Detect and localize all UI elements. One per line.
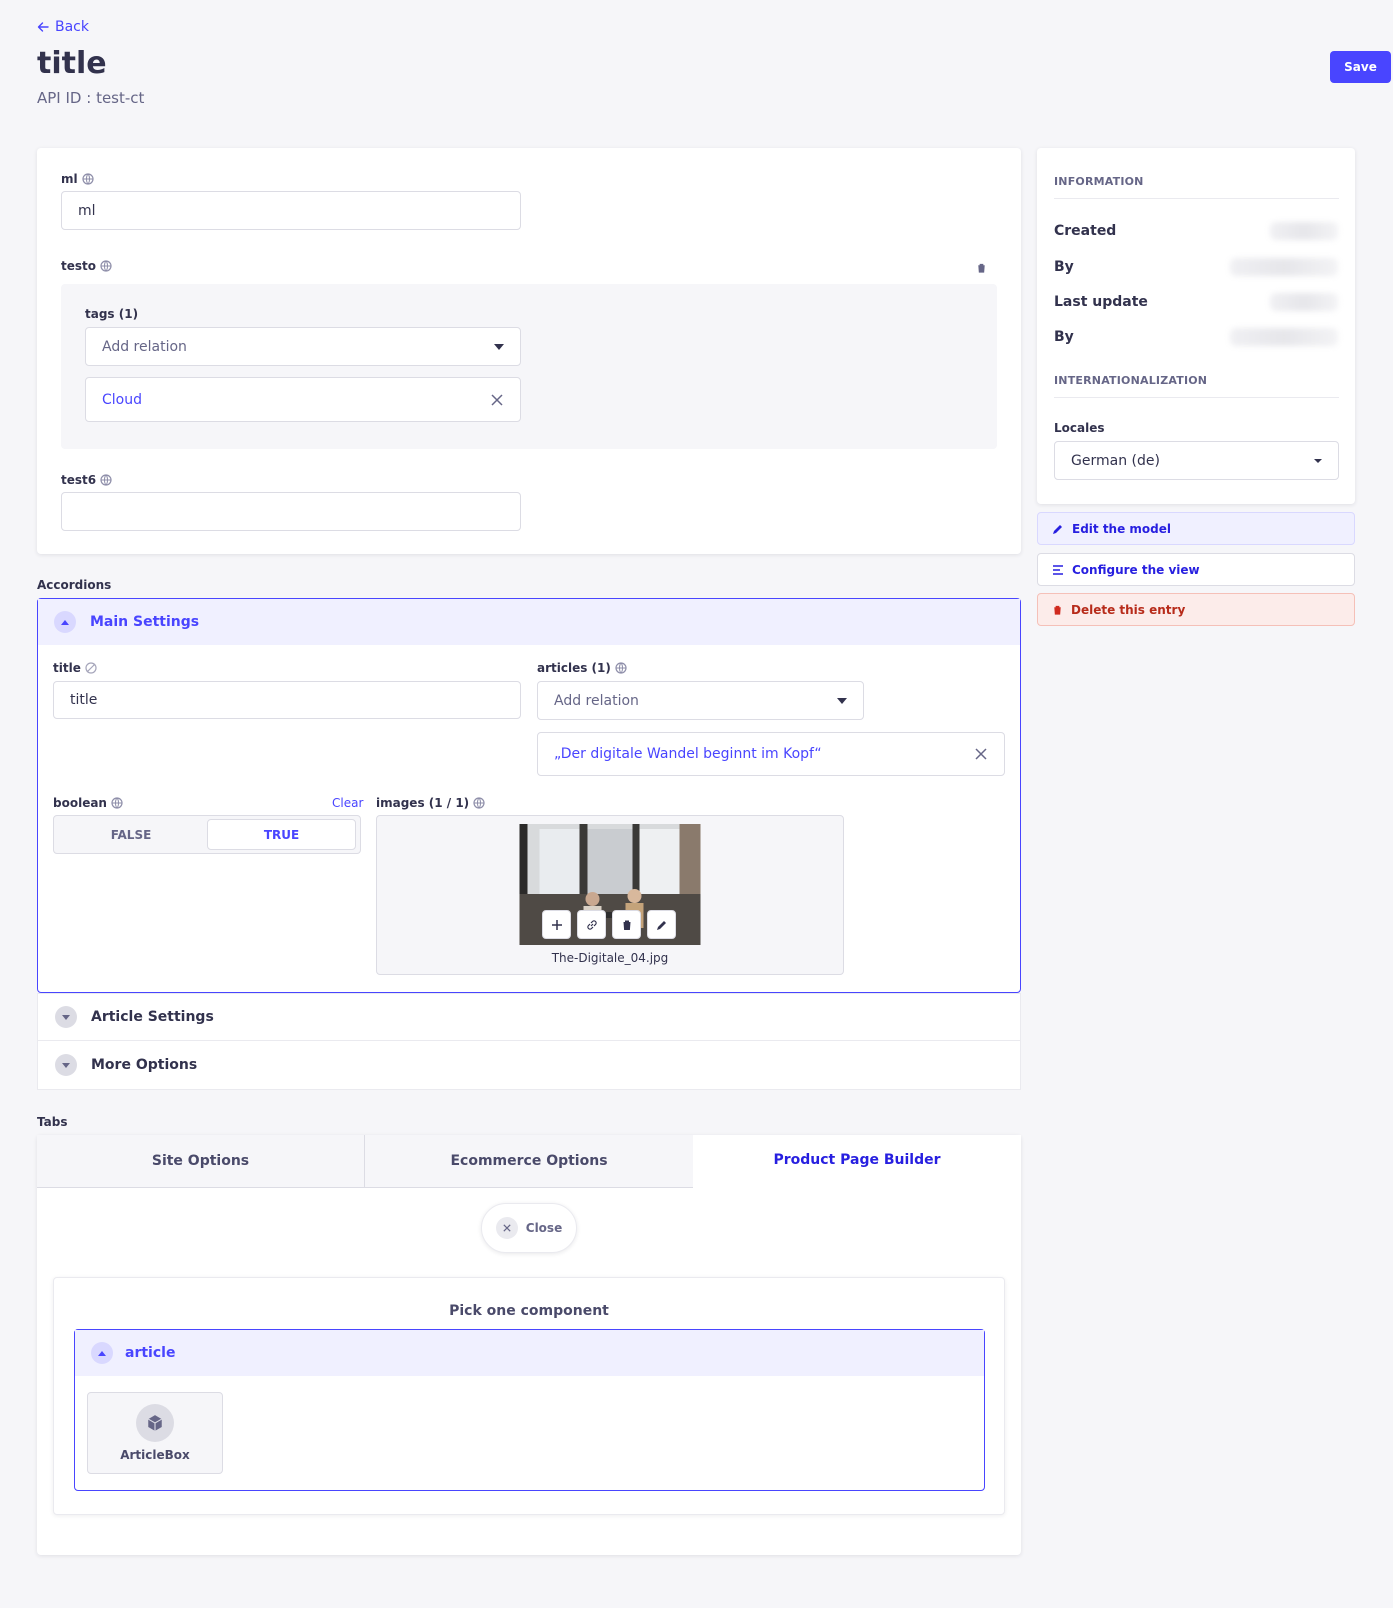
article-relation-item[interactable]: „Der digitale Wandel beginnt im Kopf“ [537,732,1005,776]
close-icon[interactable] [490,393,504,407]
chevron-up-icon [54,611,76,633]
tab-product-page-builder[interactable]: Product Page Builder [693,1135,1021,1185]
save-button[interactable]: Save [1330,51,1391,83]
trash-icon [1052,605,1063,615]
tab-ecommerce-options[interactable]: Ecommerce Options [365,1135,693,1188]
testo-component-box [61,284,997,449]
copy-link-button[interactable] [577,910,606,939]
information-heading: INFORMATION [1054,175,1144,188]
updated-by-label: By [1054,329,1074,345]
created-by-value [1230,258,1338,276]
tag-relation-item[interactable]: Cloud [85,377,521,422]
chevron-down-icon [1314,458,1322,463]
globe-off-icon [85,662,97,674]
close-label: Close [525,1221,563,1235]
ml-label: ml [61,172,94,186]
created-value [1270,222,1338,240]
image-file-name: The-Digitale_04.jpg [551,951,669,965]
chevron-down-icon [55,1006,77,1028]
component-category-header[interactable]: article [75,1330,984,1376]
updated-by-value [1230,328,1338,346]
trash-icon[interactable] [976,262,987,274]
globe-icon [615,662,627,674]
chevron-down-icon [494,343,504,350]
locales-label: Locales [1054,421,1105,435]
pencil-icon [1053,524,1062,534]
test6-input[interactable] [61,492,521,531]
arrow-left-icon [37,22,49,32]
title-input[interactable]: title [53,681,521,719]
chevron-down-icon [55,1054,77,1076]
chevron-down-icon [837,697,847,704]
accordion-more-options[interactable]: More Options [37,1041,1021,1090]
globe-icon [100,474,112,486]
globe-icon [100,260,112,272]
close-picker-button[interactable]: Close [481,1203,577,1253]
api-id: API ID : test-ct [37,89,145,107]
ml-input[interactable]: ml [61,191,521,230]
edit-image-button[interactable] [647,910,676,939]
accordion-article-settings-title: Article Settings [91,1009,214,1025]
accordion-article-settings[interactable]: Article Settings [37,993,1021,1041]
last-update-label: Last update [1054,294,1148,310]
tab-site-options[interactable]: Site Options [37,1135,365,1188]
articles-label: articles (1) [537,661,627,675]
locale-value: German (de) [1071,452,1160,469]
close-icon [495,1217,518,1239]
article-relation-label: „Der digitale Wandel beginnt im Kopf“ [554,746,822,762]
add-image-button[interactable] [542,910,571,939]
link-icon [586,919,597,930]
locale-select[interactable]: German (de) [1054,441,1339,480]
articles-relation-select[interactable]: Add relation [537,681,864,720]
page-title: title [37,46,107,81]
close-icon[interactable] [974,747,988,761]
test6-label: test6 [61,473,112,487]
tag-relation-label: Cloud [102,391,142,408]
divider [1054,198,1339,199]
last-update-value [1270,293,1338,311]
created-by-label: By [1054,259,1074,275]
image-action-bar [542,910,676,939]
pencil-icon [656,920,666,930]
component-card[interactable]: ArticleBox [87,1392,223,1474]
back-link[interactable]: Back [37,19,89,35]
layout-icon [1053,564,1063,575]
trash-icon [621,920,632,930]
chevron-up-icon [91,1342,113,1364]
back-label: Back [55,19,89,35]
testo-label: testo [61,259,112,273]
articles-placeholder: Add relation [554,692,639,709]
accordion-main-settings-header[interactable]: Main Settings [38,599,1020,645]
i18n-heading: INTERNATIONALIZATION [1054,374,1208,387]
component-category-title: article [125,1345,176,1361]
tags-relation-select[interactable]: Add relation [85,327,521,366]
picker-title: Pick one component [449,1303,609,1319]
divider [1054,397,1339,398]
delete-image-button[interactable] [612,910,641,939]
globe-icon [82,173,94,185]
component-card-label: ArticleBox [120,1448,190,1462]
cube-icon [136,1404,174,1442]
tags-placeholder: Add relation [102,338,187,355]
edit-model-button[interactable]: Edit the model [1037,512,1355,545]
globe-icon [473,797,485,809]
created-label: Created [1054,223,1117,239]
title-field-label: title [53,661,97,675]
accordions-label: Accordions [37,578,112,592]
images-label: images (1 / 1) [376,796,485,810]
boolean-true-option[interactable]: TRUE [207,819,356,850]
boolean-clear-link[interactable]: Clear [332,796,363,810]
accordion-main-settings-title: Main Settings [90,614,200,630]
accordion-more-options-title: More Options [91,1057,198,1073]
tags-label: tags (1) [85,307,139,321]
globe-icon [111,797,123,809]
delete-entry-button[interactable]: Delete this entry [1037,593,1355,626]
boolean-false-option[interactable]: FALSE [57,819,205,850]
plus-icon [551,919,562,930]
tabs-label: Tabs [37,1115,68,1129]
boolean-label: boolean [53,796,123,810]
configure-view-button[interactable]: Configure the view [1037,553,1355,586]
